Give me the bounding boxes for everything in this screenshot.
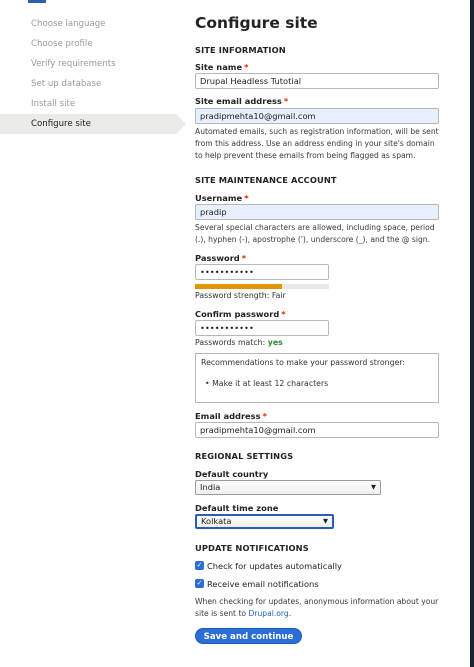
drupal-org-link[interactable]: Drupal.org — [249, 609, 289, 618]
email-notifications-option[interactable]: ✓ Receive email notifications — [195, 578, 319, 590]
default-country-select[interactable]: India ▼ — [195, 480, 381, 495]
checkmark-icon[interactable]: ✓ — [195, 579, 204, 588]
site-email-input[interactable]: pradipmehta10@gmail.com — [195, 108, 439, 124]
sidebar-item-set-up-database: Set up database — [31, 79, 102, 89]
password-input[interactable]: ••••••••••• — [195, 264, 329, 280]
site-name-label: Site name * — [195, 62, 249, 72]
asterisk-icon: * — [244, 62, 249, 72]
section-site-information: SITE INFORMATION — [195, 45, 286, 55]
default-timezone-label: Default time zone — [195, 503, 279, 513]
confirm-password-label: Confirm password * — [195, 309, 286, 319]
site-email-description: Automated emails, such as registration i… — [195, 127, 439, 160]
sidebar-item-choose-profile: Choose profile — [31, 39, 93, 49]
sidebar-item-install-site: Install site — [31, 99, 76, 109]
page: Choose language Choose profile Verify re… — [0, 0, 474, 667]
install-steps-sidebar: Choose language Choose profile Verify re… — [0, 14, 186, 134]
asterisk-icon: * — [262, 411, 267, 421]
sidebar-item-verify-requirements: Verify requirements — [31, 59, 116, 69]
username-description: Several special characters are allowed, … — [195, 223, 435, 244]
password-match-text: Passwords match: yes — [195, 338, 283, 347]
site-email-label: Site email address * — [195, 96, 289, 106]
password-strength-bar — [195, 284, 329, 289]
default-timezone-select[interactable]: Kolkata ▼ — [195, 514, 334, 529]
window-edge — [470, 0, 474, 667]
chevron-down-icon: ▼ — [323, 517, 328, 525]
email-label: Email address * — [195, 411, 267, 421]
username-label: Username * — [195, 193, 249, 203]
recommendations-title: Recommendations to make your password st… — [201, 358, 406, 367]
chevron-down-icon: ▼ — [371, 483, 376, 491]
password-recommendations: Recommendations to make your password st… — [195, 353, 439, 403]
page-title: Configure site — [195, 14, 318, 32]
asterisk-icon: * — [244, 193, 249, 203]
password-strength-fill — [195, 284, 283, 289]
sidebar-item-choose-language: Choose language — [31, 19, 106, 29]
section-maintenance-account: SITE MAINTENANCE ACCOUNT — [195, 175, 337, 185]
recommendation-item: • Make it at least 12 characters — [205, 379, 329, 388]
username-input[interactable]: pradip — [195, 204, 439, 220]
asterisk-icon: * — [281, 309, 286, 319]
asterisk-icon: * — [283, 96, 289, 106]
default-country-label: Default country — [195, 469, 269, 479]
password-label: Password * — [195, 253, 247, 263]
check-updates-option[interactable]: ✓ Check for updates automatically — [195, 560, 342, 572]
checkmark-icon[interactable]: ✓ — [195, 561, 204, 570]
email-input[interactable]: pradipmehta10@gmail.com — [195, 422, 439, 438]
site-name-input[interactable]: Drupal Headless Tutotial — [195, 73, 439, 89]
asterisk-icon: * — [241, 253, 247, 263]
confirm-password-input[interactable]: ••••••••••• — [195, 320, 329, 336]
section-update-notifications: UPDATE NOTIFICATIONS — [195, 543, 309, 553]
top-accent-bar — [28, 0, 46, 3]
save-and-continue-button[interactable]: Save and continue — [195, 628, 302, 644]
password-strength-text: Password strength: Fair — [195, 291, 286, 300]
sidebar-item-configure-site: Configure site — [0, 114, 186, 134]
section-regional-settings: REGIONAL SETTINGS — [195, 451, 294, 461]
updates-description: When checking for updates, anonymous inf… — [195, 597, 439, 618]
